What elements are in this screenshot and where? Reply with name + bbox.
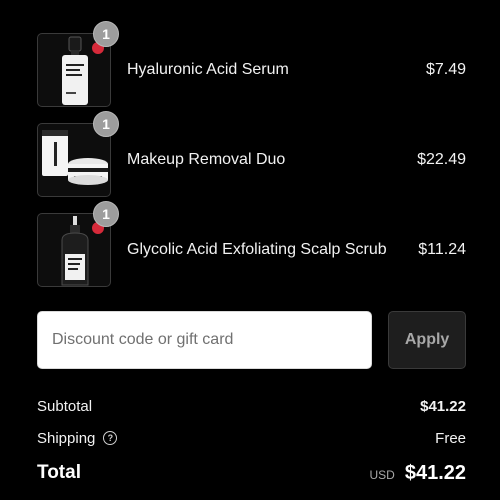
- order-summary: 1 Hyaluronic Acid Serum $7.49 1 Makeup R…: [0, 0, 500, 500]
- total-row: Total USD $41.22: [37, 460, 466, 486]
- discount-row: Apply: [37, 311, 466, 369]
- apply-button[interactable]: Apply: [388, 311, 466, 369]
- total-value: $41.22: [404, 461, 466, 484]
- shipping-row: Shipping ? Free: [37, 428, 466, 448]
- line-item: 1 Glycolic Acid Exfoliating Scalp Scrub …: [37, 201, 466, 287]
- product-name: Glycolic Acid Exfoliating Scalp Scrub: [127, 241, 387, 258]
- product-price: $22.49: [417, 151, 466, 168]
- subtotal-value: $41.22: [420, 397, 466, 415]
- product-thumbnail: 1: [37, 111, 119, 197]
- product-thumbnail: 1: [37, 201, 119, 287]
- product-thumbnail: 1: [37, 21, 119, 107]
- total-amount-group: USD $41.22: [369, 462, 466, 485]
- currency-code: USD: [369, 467, 395, 482]
- discount-code-input[interactable]: [37, 311, 373, 369]
- product-price: $11.24: [418, 241, 466, 258]
- subtotal-row: Subtotal $41.22: [37, 396, 466, 416]
- shipping-value: Free: [435, 429, 466, 447]
- subtotal-label: Subtotal: [37, 397, 93, 415]
- product-name: Makeup Removal Duo: [127, 151, 286, 168]
- help-icon[interactable]: ?: [103, 431, 118, 445]
- shipping-label-group: Shipping ?: [37, 429, 118, 447]
- shipping-label: Shipping: [37, 429, 96, 447]
- line-item: 1 Makeup Removal Duo $22.49: [37, 111, 466, 197]
- quantity-badge: 1: [93, 21, 119, 47]
- line-item: 1 Hyaluronic Acid Serum $7.49: [37, 21, 466, 107]
- product-name: Hyaluronic Acid Serum: [127, 61, 289, 78]
- quantity-badge: 1: [93, 201, 119, 227]
- quantity-badge: 1: [93, 111, 119, 137]
- total-label: Total: [37, 462, 81, 483]
- product-price: $7.49: [425, 61, 466, 78]
